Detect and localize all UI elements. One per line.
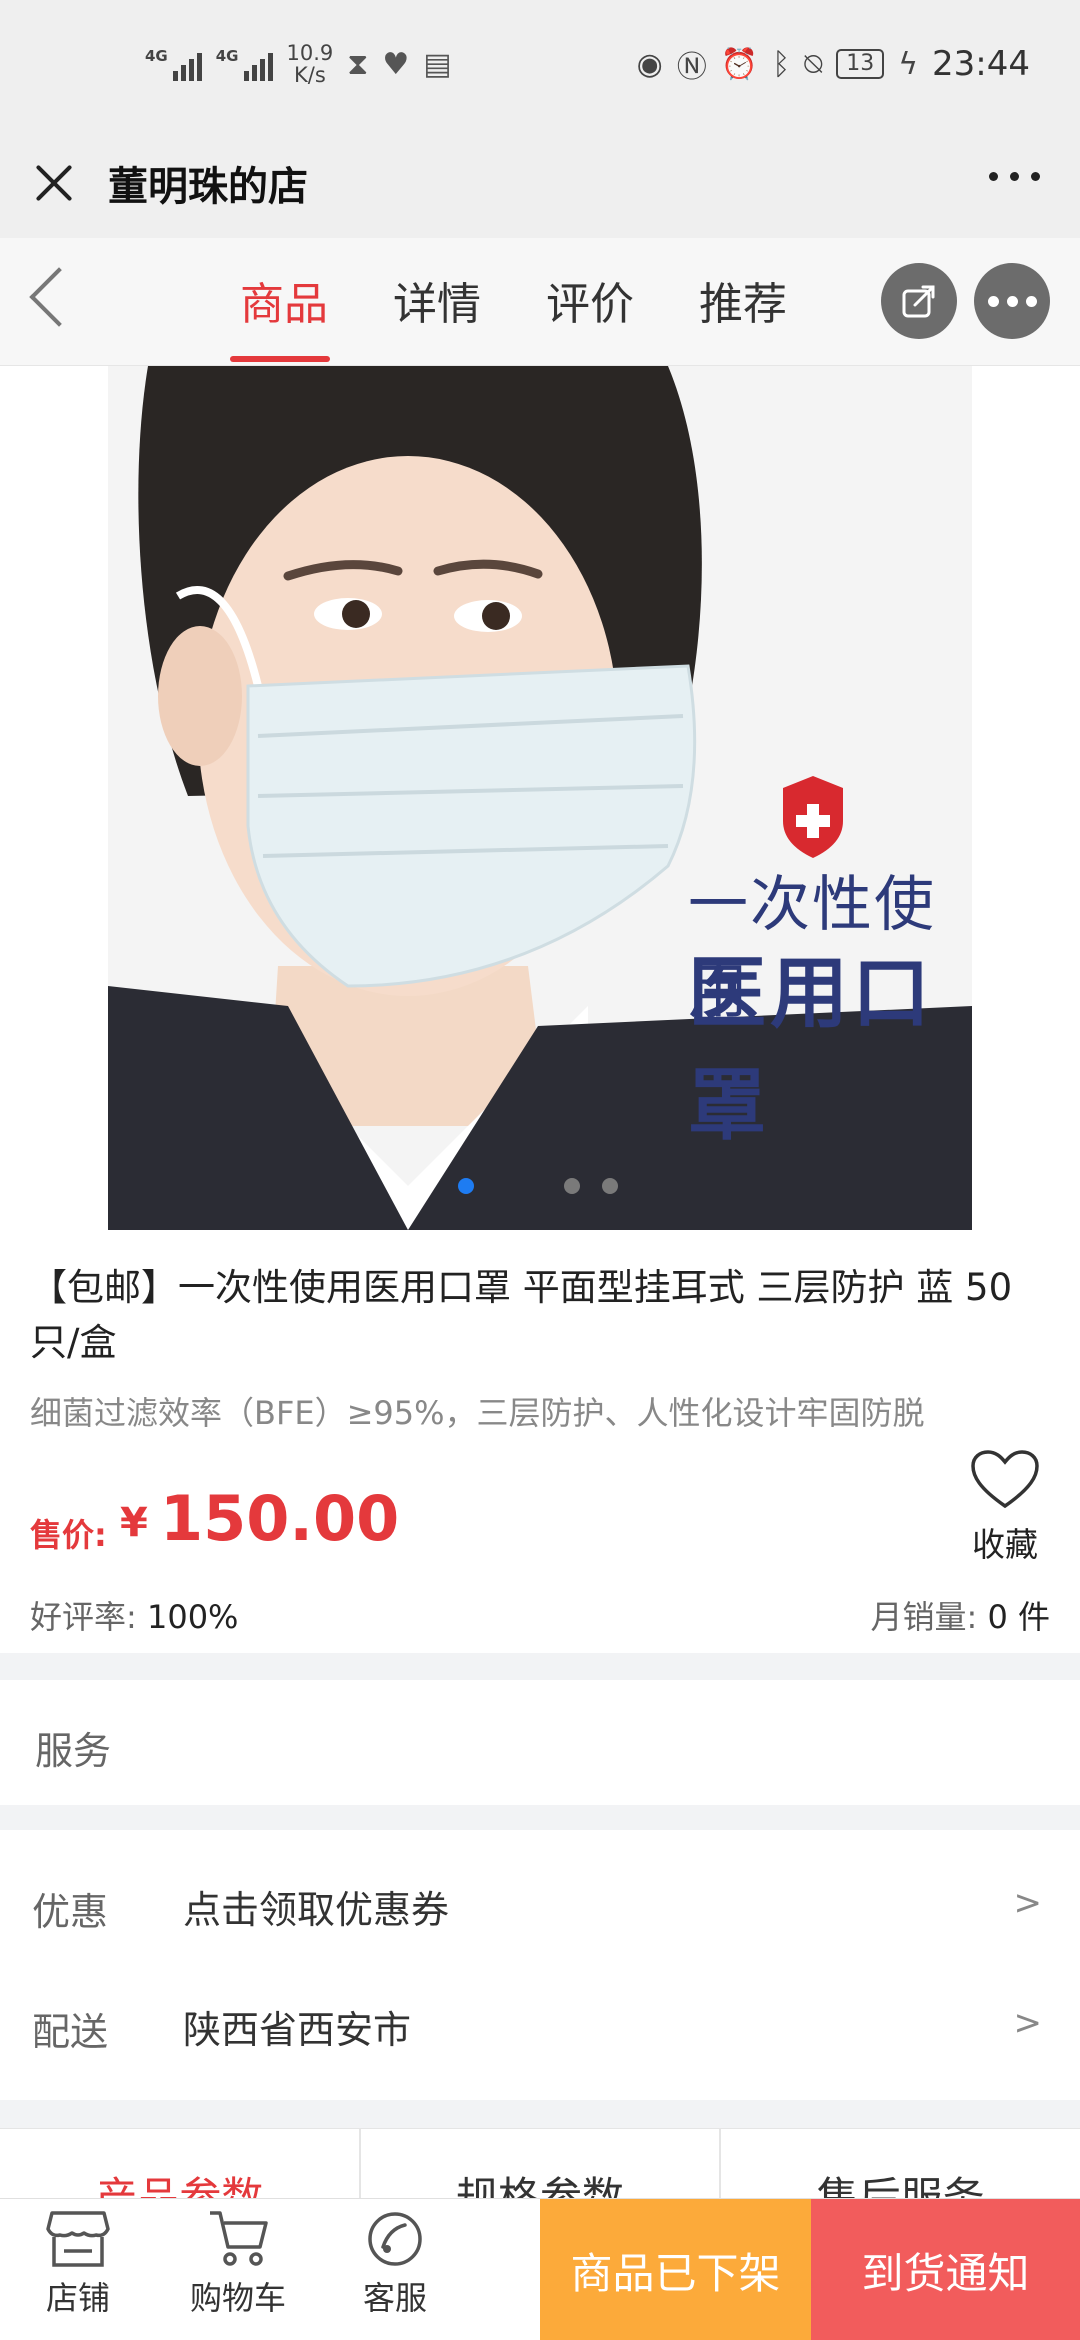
- sales-label: 月销量:: [870, 1598, 978, 1636]
- speed-value: 10.9: [286, 41, 334, 65]
- sales-value: 0 件: [987, 1598, 1050, 1636]
- more-menu-icon[interactable]: [989, 172, 1040, 181]
- rating-summary: 好评率: 100%: [30, 1592, 238, 1638]
- status-right: ◉ Ⓝ ⏰ ᛒ ⍉ 13 ϟ 23:44: [637, 42, 1030, 86]
- row-key: 配送: [32, 2010, 109, 2054]
- network-type-label: 4G: [145, 47, 168, 65]
- monthly-sales: 月销量: 0 件: [870, 1592, 1050, 1638]
- battery-icon: 13: [836, 49, 885, 79]
- chevron-right-icon: >: [1013, 2003, 1043, 2043]
- spec-tabs: 产品参数 规格参数 售后服务: [0, 2128, 1080, 2222]
- signal-icon: 4G: [145, 47, 202, 81]
- bottom-action-bar: 店铺 购物车 客服 商品已下架 到货通知: [0, 2198, 1080, 2340]
- share-icon: [902, 285, 935, 318]
- speed-unit: K/s: [293, 63, 326, 87]
- off-shelf-button[interactable]: 商品已下架: [540, 2199, 811, 2340]
- signal-icon: 4G: [216, 47, 273, 81]
- heart-outline-icon: [971, 1450, 1039, 1509]
- product-subtitle: 细菌过滤效率（BFE）≥95%，三层防护、人性化设计牢固防脱: [30, 1394, 925, 1432]
- delivery-row[interactable]: 配送 陕西省西安市 >: [0, 1965, 1080, 2085]
- row-value: 陕西省西安市: [183, 2008, 412, 2052]
- favorite-button[interactable]: 收藏: [960, 1448, 1050, 1566]
- status-bar: 4G 4G 10.9 K/s ⧗ ♥ ▤ ◉ Ⓝ ⏰ ᛒ ⍉ 13 ϟ 23:4…: [0, 0, 1080, 128]
- tab-details[interactable]: 详情: [393, 268, 481, 332]
- eye-icon: ◉: [636, 46, 663, 82]
- notes-icon: ▤: [423, 46, 452, 82]
- row-value: 点击领取优惠券: [183, 1888, 450, 1932]
- tab-product[interactable]: 商品: [240, 268, 328, 332]
- alarm-icon: ⏰: [720, 46, 759, 82]
- tab-recommend[interactable]: 推荐: [699, 268, 787, 332]
- store-icon: [46, 2211, 110, 2267]
- carousel-dot[interactable]: [602, 1178, 618, 1194]
- rating-value: 100%: [146, 1598, 239, 1636]
- price-currency: ¥: [120, 1500, 148, 1546]
- tab-product-params[interactable]: 产品参数: [0, 2129, 361, 2222]
- status-left: 4G 4G 10.9 K/s ⧗ ♥ ▤: [145, 42, 452, 86]
- back-chevron-icon[interactable]: [29, 267, 89, 327]
- favorite-label: 收藏: [972, 1525, 1038, 1564]
- carousel-indicator[interactable]: [458, 1178, 618, 1194]
- row-key: 优惠: [32, 1890, 109, 1934]
- tab-reviews[interactable]: 评价: [546, 268, 634, 332]
- tab-after-sales[interactable]: 售后服务: [721, 2129, 1080, 2222]
- product-info-card: 【包邮】一次性使用医用口罩 平面型挂耳式 三层防护 蓝 50只/盒 细菌过滤效率…: [0, 1230, 1080, 1653]
- shop-title: 董明珠的店: [108, 164, 308, 210]
- store-button[interactable]: 店铺: [8, 2207, 148, 2319]
- promo-delivery-section: 优惠 点击领取优惠券 > 配送 陕西省西安市 >: [0, 1830, 1080, 2100]
- tab-spec-params[interactable]: 规格参数: [361, 2129, 722, 2222]
- active-tab-indicator: [230, 356, 330, 362]
- miniapp-title-bar: 董明珠的店: [0, 128, 1080, 238]
- price-value: 150.00: [160, 1482, 400, 1555]
- cart-icon: [210, 2211, 268, 2266]
- product-photo: 一次性使用 医用口罩: [108, 366, 972, 1230]
- chevron-right-icon: >: [1013, 1883, 1043, 1923]
- more-options-button[interactable]: [974, 263, 1050, 339]
- rating-label: 好评率:: [30, 1598, 137, 1636]
- product-gallery[interactable]: 一次性使用 医用口罩: [0, 366, 1080, 1230]
- mute-icon: ⍉: [804, 46, 823, 82]
- heart-rate-icon: ♥: [382, 46, 410, 82]
- carousel-dot[interactable]: [564, 1178, 580, 1194]
- share-button[interactable]: [881, 263, 957, 339]
- nfc-icon: Ⓝ: [676, 50, 707, 85]
- hourglass-icon: ⧗: [347, 46, 369, 82]
- product-title: 【包邮】一次性使用医用口罩 平面型挂耳式 三层防护 蓝 50只/盒: [30, 1266, 1013, 1364]
- overlay-headline-bold: 医用口罩: [688, 949, 935, 1151]
- service-section[interactable]: 服务: [0, 1680, 1080, 1805]
- price-label: 售价:: [30, 1516, 107, 1554]
- coupon-row[interactable]: 优惠 点击领取优惠券 >: [0, 1845, 1080, 1965]
- service-label: 客服: [362, 2279, 427, 2317]
- clock: 23:44: [932, 44, 1030, 84]
- arrival-notify-button[interactable]: 到货通知: [811, 2199, 1080, 2340]
- customer-service-icon: [368, 2212, 422, 2266]
- customer-service-button[interactable]: 客服: [325, 2207, 465, 2319]
- carousel-dot-active[interactable]: [458, 1178, 474, 1194]
- bluetooth-icon: ᛒ: [772, 46, 791, 82]
- network-type-label: 4G: [215, 47, 239, 65]
- cart-label: 购物车: [189, 2279, 286, 2317]
- close-icon[interactable]: [30, 159, 78, 207]
- cart-button[interactable]: 购物车: [168, 2207, 308, 2319]
- charging-icon: ϟ: [898, 46, 919, 82]
- service-label: 服务: [35, 1729, 112, 1773]
- store-label: 店铺: [45, 2279, 110, 2317]
- network-speed: 10.9 K/s: [287, 42, 334, 86]
